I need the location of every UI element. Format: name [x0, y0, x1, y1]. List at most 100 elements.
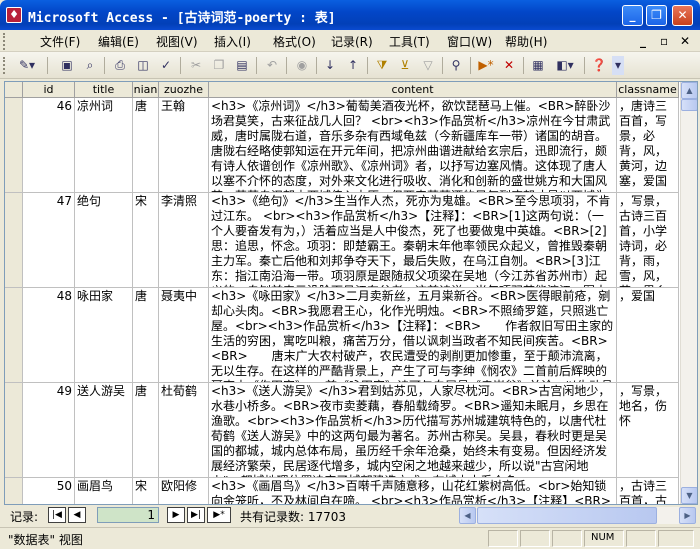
scroll-down-icon[interactable]: ▼ — [681, 487, 697, 504]
child-restore-button[interactable]: ▫ — [660, 34, 668, 48]
view-icon[interactable]: ✎▾ — [12, 56, 42, 75]
cell-title[interactable]: 凉州词 — [75, 98, 133, 192]
access-key-icon[interactable]: ♦ — [6, 7, 22, 23]
menu-help[interactable]: 帮助(H) — [505, 33, 547, 50]
sort-descending-icon[interactable]: ↑ — [343, 56, 363, 75]
cell-title[interactable]: 咏田家 — [75, 288, 133, 382]
record-selector[interactable] — [5, 193, 23, 287]
record-selector[interactable] — [5, 288, 23, 382]
help-icon[interactable]: ❓ — [589, 56, 609, 75]
cell-classname[interactable]: ，写景，地名，伤怀 — [617, 383, 679, 477]
search-file-icon[interactable]: ⌕ — [80, 56, 100, 75]
menu-format[interactable]: 格式(O) — [273, 33, 316, 50]
last-record-button[interactable]: ▶| — [187, 507, 205, 523]
record-selector[interactable] — [5, 478, 23, 504]
cell-classname[interactable]: ，古诗三百首，古诗三百 — [617, 478, 679, 504]
filter-by-form-icon[interactable]: ⊻ — [395, 56, 415, 75]
close-button[interactable]: ✕ — [672, 5, 693, 26]
menu-edit[interactable]: 编辑(E) — [98, 33, 139, 50]
cell-zuozhe[interactable]: 欧阳修 — [159, 478, 209, 504]
cell-classname[interactable]: ，唐诗三百首，写景，必背，风，黄河，边塞，爱国 — [617, 98, 679, 192]
first-record-button[interactable]: |◀ — [48, 507, 66, 523]
cell-content[interactable]: <h3>《画眉鸟》</h3>百啭千声随意移，山花红紫树高低。<br>始知锁向金笼… — [209, 478, 617, 504]
cell-id[interactable]: 47 — [23, 193, 75, 287]
toolbar-grip[interactable] — [3, 57, 6, 74]
new-object-icon[interactable]: ◧▾ — [551, 56, 579, 75]
scroll-right-icon[interactable]: ▶ — [679, 507, 696, 524]
table-row[interactable]: 49 送人游吴 唐 杜荀鹤 <h3>《送人游吴》</h3>君到姑苏见，人家尽枕河… — [5, 383, 679, 478]
cell-nian[interactable]: 唐 — [133, 98, 159, 192]
menu-tools[interactable]: 工具(T) — [389, 33, 430, 50]
sort-ascending-icon[interactable]: ↓ — [320, 56, 340, 75]
delete-record-icon[interactable]: ✕ — [499, 56, 519, 75]
cell-zuozhe[interactable]: 李清照 — [159, 193, 209, 287]
menu-view[interactable]: 视图(V) — [156, 33, 198, 50]
cell-zuozhe[interactable]: 王翰 — [159, 98, 209, 192]
cell-title[interactable]: 绝句 — [75, 193, 133, 287]
print-preview-icon[interactable]: ◫ — [133, 56, 153, 75]
select-all-corner[interactable] — [5, 82, 23, 98]
cell-id[interactable]: 48 — [23, 288, 75, 382]
toolbar-options-icon[interactable]: ▾ — [612, 56, 624, 75]
maximize-button[interactable]: ❐ — [646, 5, 667, 26]
cut-icon[interactable]: ✂ — [186, 56, 206, 75]
record-selector[interactable] — [5, 98, 23, 192]
menu-window[interactable]: 窗口(W) — [447, 33, 492, 50]
table-row[interactable]: 48 咏田家 唐 聂夷中 <h3>《咏田家》</h3>二月卖新丝，五月粜新谷。<… — [5, 288, 679, 383]
record-selector[interactable] — [5, 383, 23, 477]
cell-title[interactable]: 画眉鸟 — [75, 478, 133, 504]
cell-id[interactable]: 49 — [23, 383, 75, 477]
previous-record-button[interactable]: ◀ — [68, 507, 86, 523]
child-minimize-button[interactable]: _ — [640, 34, 646, 48]
menu-grip[interactable] — [3, 33, 6, 50]
menu-file[interactable]: 文件(F) — [40, 33, 80, 50]
database-window-icon[interactable]: ▦ — [528, 56, 548, 75]
copy-icon[interactable]: ❐ — [209, 56, 229, 75]
child-close-button[interactable]: ✕ — [680, 34, 690, 48]
cell-nian[interactable]: 唐 — [133, 383, 159, 477]
cell-content[interactable]: <h3>《咏田家》</h3>二月卖新丝，五月粜新谷。<BR>医得眼前疮，剜却心头… — [209, 288, 617, 382]
filter-by-selection-icon[interactable]: ⧩ — [372, 56, 392, 75]
cell-zuozhe[interactable]: 杜荀鹤 — [159, 383, 209, 477]
cell-nian[interactable]: 宋 — [133, 193, 159, 287]
scroll-up-icon[interactable]: ▲ — [681, 82, 697, 99]
menu-insert[interactable]: 插入(I) — [214, 33, 251, 50]
save-icon[interactable]: ▣ — [57, 56, 77, 75]
menu-records[interactable]: 记录(R) — [331, 33, 373, 50]
table-row[interactable]: 47 绝句 宋 李清照 <h3>《绝句》</h3>生当作人杰，死亦为鬼雄。<BR… — [5, 193, 679, 288]
cell-nian[interactable]: 宋 — [133, 478, 159, 504]
table-row[interactable]: 50 画眉鸟 宋 欧阳修 <h3>《画眉鸟》</h3>百啭千声随意移，山花红紫树… — [5, 478, 679, 504]
scroll-left-icon[interactable]: ◀ — [459, 507, 476, 524]
horizontal-scrollbar[interactable]: ◀ ▶ — [459, 507, 696, 524]
cell-zuozhe[interactable]: 聂夷中 — [159, 288, 209, 382]
find-icon[interactable]: ⚲ — [446, 56, 466, 75]
column-header-classname[interactable]: classname — [617, 82, 679, 98]
new-record-button[interactable]: ▶* — [207, 507, 231, 523]
column-header-content[interactable]: content — [209, 82, 617, 98]
column-header-nian[interactable]: nian — [133, 82, 159, 98]
scroll-thumb[interactable] — [681, 99, 697, 111]
apply-filter-icon[interactable]: ▽ — [418, 56, 438, 75]
cell-title[interactable]: 送人游吴 — [75, 383, 133, 477]
paste-icon[interactable]: ▤ — [232, 56, 252, 75]
horizontal-scroll-thumb[interactable] — [477, 507, 657, 524]
current-record-input[interactable]: 1 — [97, 507, 159, 523]
cell-id[interactable]: 46 — [23, 98, 75, 192]
cell-classname[interactable]: ，写景，古诗三百首，小学诗词，必背，雨，雪，风，花，思乡 — [617, 193, 679, 287]
column-header-zuozhe[interactable]: zuozhe — [159, 82, 209, 98]
undo-icon[interactable]: ↶ — [262, 56, 282, 75]
vertical-scrollbar[interactable]: ▲ ▼ — [680, 82, 697, 504]
cell-nian[interactable]: 唐 — [133, 288, 159, 382]
column-header-id[interactable]: id — [23, 82, 75, 98]
cell-id[interactable]: 50 — [23, 478, 75, 504]
cell-classname[interactable]: ，爱国 — [617, 288, 679, 382]
next-record-button[interactable]: ▶ — [167, 507, 185, 523]
cell-content[interactable]: <h3>《绝句》</h3>生当作人杰，死亦为鬼雄。<BR>至今思项羽，不肯过江东… — [209, 193, 617, 287]
table-row[interactable]: 46 凉州词 唐 王翰 <h3>《凉州词》</h3>葡萄美酒夜光杯，欲饮琵琶马上… — [5, 98, 679, 193]
spelling-icon[interactable]: ✓ — [156, 56, 176, 75]
cell-content[interactable]: <h3>《凉州词》</h3>葡萄美酒夜光杯，欲饮琵琶马上催。<BR>醉卧沙场君莫… — [209, 98, 617, 192]
print-icon[interactable]: ⎙ — [110, 56, 130, 75]
minimize-button[interactable]: _ — [622, 5, 643, 26]
new-record-icon[interactable]: ▶* — [476, 56, 496, 75]
column-header-title[interactable]: title — [75, 82, 133, 98]
